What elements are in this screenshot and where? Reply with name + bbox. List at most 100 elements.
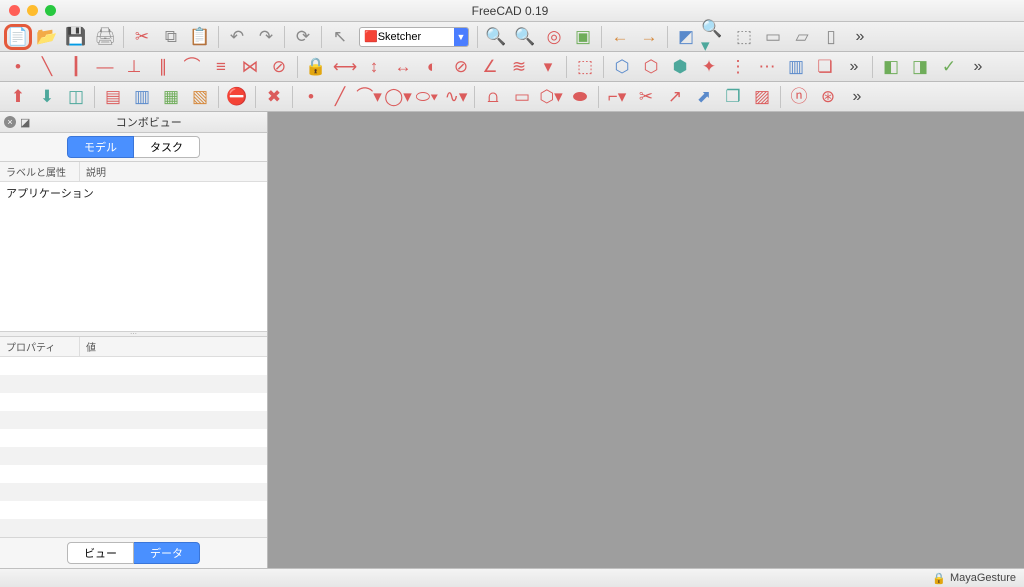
zoom-window-icon[interactable]	[45, 5, 56, 16]
new-file-icon[interactable]: 📄	[4, 24, 32, 50]
sketch-line-icon[interactable]: ╲	[33, 54, 61, 80]
tree-col-label[interactable]: ラベルと属性	[0, 162, 80, 181]
leave-sketch-icon[interactable]: ⬆	[4, 84, 32, 110]
sketch-hline-icon[interactable]: ┃	[62, 54, 90, 80]
prop-col-name[interactable]: プロパティ	[0, 337, 80, 356]
select-conflict-icon[interactable]: ⬡	[608, 54, 636, 80]
sketch-point-icon[interactable]: •	[4, 54, 32, 80]
clone-icon[interactable]: ❏	[811, 54, 839, 80]
front-icon[interactable]: ▭	[759, 24, 787, 50]
sketch-symmetry-icon[interactable]: ⋈	[236, 54, 264, 80]
mirror-sketch-icon[interactable]: ▧	[186, 84, 214, 110]
close-window-icon[interactable]	[9, 5, 20, 16]
internal-align-icon[interactable]: ▾	[534, 54, 562, 80]
iso-icon[interactable]: ◩	[672, 24, 700, 50]
geo-arc-icon[interactable]: ⌒▾	[355, 84, 383, 110]
create-sketch-icon[interactable]: ▤	[99, 84, 127, 110]
right-icon[interactable]: ▯	[817, 24, 845, 50]
snell-icon[interactable]: ≋	[505, 54, 533, 80]
minimize-window-icon[interactable]	[27, 5, 38, 16]
dim-h-icon[interactable]: ⟷	[331, 54, 359, 80]
axo-icon[interactable]: ⬚	[730, 24, 758, 50]
section-icon[interactable]: ◫	[62, 84, 90, 110]
3d-viewport[interactable]	[268, 112, 1024, 568]
popout-panel-icon[interactable]: ◪	[20, 116, 30, 129]
symmetry-op-icon[interactable]: ▥	[782, 54, 810, 80]
toggle-ref-icon[interactable]: ⬚	[571, 54, 599, 80]
toolbar-overflow-icon[interactable]: »	[846, 24, 874, 50]
zoom-dropdown-icon[interactable]: 🔍▾	[701, 24, 729, 50]
toolbar-overflow-icon[interactable]: »	[964, 54, 992, 80]
zoom-select-icon[interactable]: 🔍	[511, 24, 539, 50]
select-elements-icon[interactable]: ⬢	[666, 54, 694, 80]
draw-style-icon[interactable]: ◎	[540, 24, 568, 50]
geo-point-icon[interactable]: •	[297, 84, 325, 110]
validate-icon[interactable]: ✓	[935, 54, 963, 80]
workbench-selector[interactable]: 🟥 Sketcher▼	[359, 27, 469, 47]
zoom-fit-icon[interactable]: 🔍	[482, 24, 510, 50]
stop-icon[interactable]: ⛔	[223, 84, 251, 110]
sketch-parallel-icon[interactable]: ∥	[149, 54, 177, 80]
dim-ang-icon[interactable]: ∠	[476, 54, 504, 80]
fillet-icon[interactable]: ⌐▾	[603, 84, 631, 110]
tab-model[interactable]: モデル	[67, 136, 134, 158]
edit-sketch-icon[interactable]: ▥	[128, 84, 156, 110]
construction-icon[interactable]: ▨	[748, 84, 776, 110]
map-sketch-icon[interactable]: ◧	[877, 54, 905, 80]
lock-icon[interactable]: 🔒	[302, 54, 330, 80]
dim-v-icon[interactable]: ↕	[360, 54, 388, 80]
save-icon[interactable]: 💾	[62, 24, 90, 50]
cut-icon[interactable]: ✂	[128, 24, 156, 50]
tab-view[interactable]: ビュー	[67, 542, 134, 564]
tree-view[interactable]: アプリケーション	[0, 182, 267, 331]
toolbar-overflow-icon[interactable]: »	[840, 54, 868, 80]
sel-vert-icon[interactable]: ⋮	[724, 54, 752, 80]
sketch-perpendicular-icon[interactable]: ⊥	[120, 54, 148, 80]
print-icon[interactable]: 🖨	[91, 24, 119, 50]
sketch-tangent-icon[interactable]: ⌒	[178, 54, 206, 80]
top-icon[interactable]: ▱	[788, 24, 816, 50]
sketch-equal-icon[interactable]: ≡	[207, 54, 235, 80]
tree-col-desc[interactable]: 説明	[80, 162, 112, 181]
geo-bspline-icon[interactable]: ∿▾	[442, 84, 470, 110]
sel-horiz-icon[interactable]: ⋯	[753, 54, 781, 80]
geo-line-icon[interactable]: ╱	[326, 84, 354, 110]
redo-icon[interactable]: ↷	[252, 24, 280, 50]
carbon-copy-icon[interactable]: ❐	[719, 84, 747, 110]
bspline-knot-icon[interactable]: ⊛	[814, 84, 842, 110]
polyline-icon[interactable]: ⩍	[479, 84, 507, 110]
sketch-vline-icon[interactable]: —	[91, 54, 119, 80]
dim-dia-icon[interactable]: ⊘	[447, 54, 475, 80]
nav-back-icon[interactable]: ←	[606, 24, 634, 50]
select-origin-icon[interactable]: ✦	[695, 54, 723, 80]
tree-root-item[interactable]: アプリケーション	[6, 188, 94, 200]
property-view[interactable]	[0, 357, 267, 537]
slot-icon[interactable]: ⬬	[566, 84, 594, 110]
external-icon[interactable]: ⬈	[690, 84, 718, 110]
tab-data[interactable]: データ	[134, 542, 200, 564]
trim-icon[interactable]: ✂	[632, 84, 660, 110]
undo-icon[interactable]: ↶	[223, 24, 251, 50]
sketch-block-icon[interactable]: ⊘	[265, 54, 293, 80]
nav-style-label[interactable]: MayaGesture	[950, 572, 1016, 584]
tab-task[interactable]: タスク	[134, 136, 200, 158]
bbox-icon[interactable]: ▣	[569, 24, 597, 50]
geo-circle-icon[interactable]: ◯▾	[384, 84, 412, 110]
reorient-icon[interactable]: ◨	[906, 54, 934, 80]
pointer-icon[interactable]: ↖	[326, 24, 354, 50]
polygon-icon[interactable]: ⬡▾	[537, 84, 565, 110]
dim-len-icon[interactable]: ↔	[389, 54, 417, 80]
copy-icon[interactable]: ⧉	[157, 24, 185, 50]
combo-view-header[interactable]: × ◪ コンボビュー	[0, 112, 267, 133]
open-file-icon[interactable]: 📂	[33, 24, 61, 50]
geo-ellipse-icon[interactable]: ⬭▾	[413, 84, 441, 110]
refresh-icon[interactable]: ⟳	[289, 24, 317, 50]
dim-rad-icon[interactable]: ◐	[418, 54, 446, 80]
close-panel-icon[interactable]: ×	[4, 116, 16, 128]
rect-icon[interactable]: ▭	[508, 84, 536, 110]
prop-col-value[interactable]: 値	[80, 337, 102, 356]
close-icon[interactable]: ✖	[260, 84, 288, 110]
bspline-degree-icon[interactable]: ⓝ	[785, 84, 813, 110]
extend-icon[interactable]: ↗	[661, 84, 689, 110]
select-redundant-icon[interactable]: ⬡	[637, 54, 665, 80]
